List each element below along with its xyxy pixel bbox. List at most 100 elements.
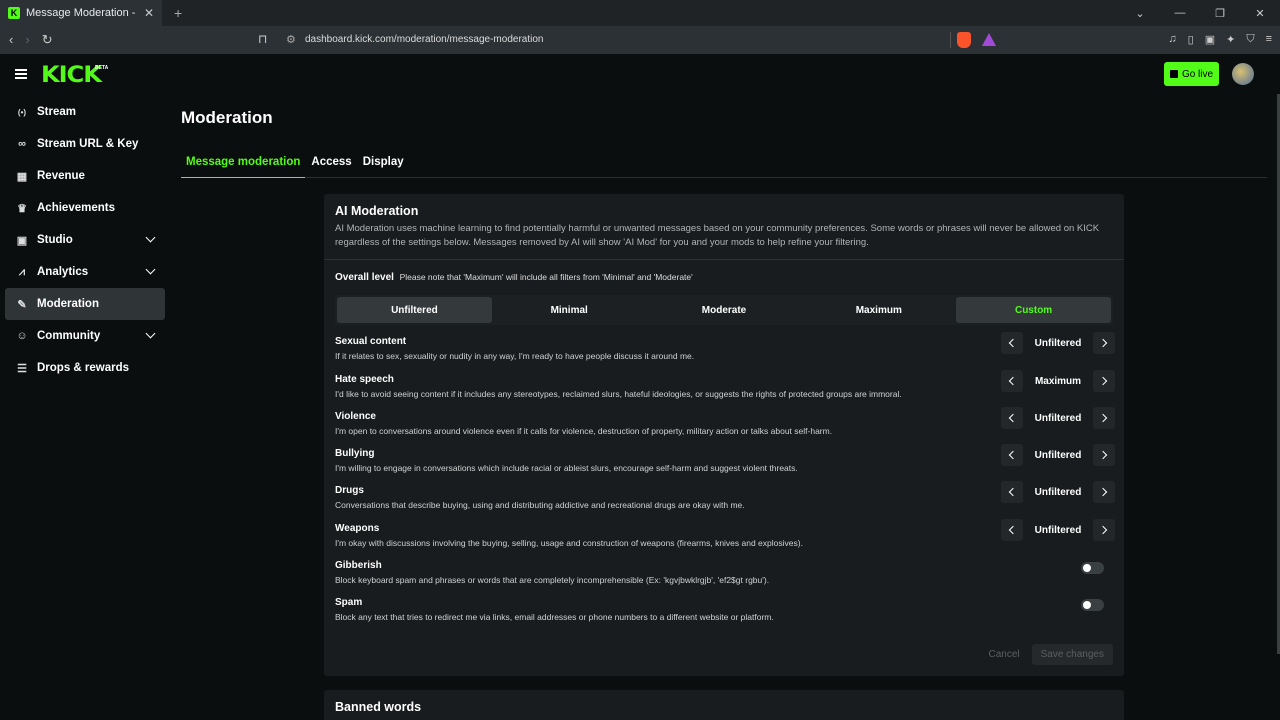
- sidebar-item-drops-rewards[interactable]: ☰ Drops & rewards: [5, 352, 165, 384]
- sidebar-item-label: Community: [37, 330, 101, 342]
- chevron-left-icon[interactable]: [1001, 407, 1023, 429]
- brave-rewards-icon[interactable]: [982, 33, 996, 46]
- chevron-left-icon[interactable]: [1001, 481, 1023, 503]
- sidebar: (•) Stream ∞ Stream URL & Key ▦ Revenue …: [5, 96, 165, 384]
- wallet-icon[interactable]: ▣: [1205, 33, 1215, 46]
- filter-description: I'm willing to engage in conversations w…: [335, 463, 798, 473]
- reload-icon[interactable]: ↻: [42, 32, 53, 48]
- level-stepper: Unfiltered: [1001, 332, 1115, 354]
- banned-words-title: Banned words: [335, 700, 422, 714]
- overall-level-selector: Unfiltered Minimal Moderate Maximum Cust…: [335, 295, 1113, 325]
- close-tab-icon[interactable]: ✕: [144, 6, 154, 20]
- restore-icon[interactable]: ❐: [1200, 7, 1240, 20]
- filter-hate-speech: Hate speech I'd like to avoid seeing con…: [335, 370, 1115, 404]
- sidebar-item-label: Moderation: [37, 298, 99, 310]
- filter-name: Hate speech: [335, 374, 394, 385]
- url-field[interactable]: dashboard.kick.com/moderation/message-mo…: [305, 34, 543, 45]
- sidebar-item-label: Analytics: [37, 266, 89, 278]
- chevron-down-icon[interactable]: [145, 264, 156, 275]
- chevron-right-icon[interactable]: [1093, 332, 1115, 354]
- save-changes-button[interactable]: Save changes: [1031, 644, 1113, 665]
- sidebar-item-achievements[interactable]: ♛ Achievements: [5, 192, 165, 224]
- sidebar-item-community[interactable]: ☺ Community: [5, 320, 165, 352]
- chevron-right-icon[interactable]: [1093, 519, 1115, 541]
- filter-violence: Violence I'm open to conversations aroun…: [335, 407, 1115, 441]
- link-icon: ∞: [18, 138, 26, 150]
- chevron-down-icon[interactable]: [145, 328, 156, 339]
- stepper-value: Unfiltered: [1034, 449, 1082, 461]
- sidebar-item-label: Drops & rewards: [37, 362, 130, 374]
- filter-bullying: Bullying I'm willing to engage in conver…: [335, 444, 1115, 478]
- sidebar-item-analytics[interactable]: ⩘ Analytics: [5, 256, 165, 288]
- menu-icon[interactable]: ≡: [1266, 33, 1272, 46]
- spam-toggle[interactable]: [1081, 599, 1104, 611]
- filter-description: I'm open to conversations around violenc…: [335, 426, 833, 436]
- chevron-down-icon[interactable]: [145, 232, 156, 243]
- avatar[interactable]: [1232, 63, 1254, 85]
- revenue-icon: ▦: [16, 170, 28, 183]
- filter-drugs: Drugs Conversations that describe buying…: [335, 481, 1115, 515]
- kick-dashboard: KICK BETA Go live (•) Stream ∞ Stream UR…: [0, 54, 1280, 720]
- overall-level-label: Overall level: [335, 272, 394, 283]
- level-moderate-button[interactable]: Moderate: [647, 297, 802, 323]
- gibberish-toggle[interactable]: [1081, 562, 1104, 574]
- chevron-left-icon[interactable]: [1001, 370, 1023, 392]
- level-stepper: Unfiltered: [1001, 407, 1115, 429]
- vpn-icon[interactable]: ⛉: [1246, 33, 1254, 46]
- chevron-right-icon[interactable]: [1093, 444, 1115, 466]
- go-live-button[interactable]: Go live: [1164, 62, 1219, 86]
- sidebar-item-label: Stream: [37, 106, 76, 118]
- level-maximum-button[interactable]: Maximum: [801, 297, 956, 323]
- sidebar-item-stream[interactable]: (•) Stream: [5, 96, 165, 128]
- new-tab-button[interactable]: +: [174, 5, 182, 21]
- tab-access[interactable]: Access: [306, 150, 356, 178]
- leo-icon[interactable]: ✦: [1226, 33, 1235, 46]
- chevron-left-icon[interactable]: [1001, 519, 1023, 541]
- back-icon[interactable]: ‹: [9, 32, 13, 48]
- sidebar-item-label: Revenue: [37, 170, 85, 182]
- ai-moderation-description: AI Moderation uses machine learning to f…: [335, 223, 1100, 248]
- filter-name: Bullying: [335, 448, 375, 459]
- kick-icon: [1169, 70, 1178, 78]
- sidebar-item-moderation[interactable]: ✎ Moderation: [5, 288, 165, 320]
- level-stepper: Unfiltered: [1001, 519, 1115, 541]
- forward-icon[interactable]: ›: [25, 32, 29, 48]
- filter-name: Spam: [335, 597, 363, 608]
- media-icon[interactable]: ♫: [1168, 33, 1176, 46]
- browser-toolbar-icons: ♫ ▯ ▣ ✦ ⛉ ≡: [1168, 33, 1272, 46]
- stepper-value: Unfiltered: [1034, 524, 1082, 536]
- filter-name: Violence: [335, 411, 376, 422]
- menu-toggle-icon[interactable]: [15, 69, 27, 79]
- kick-logo[interactable]: KICK: [41, 63, 102, 88]
- browser-tab[interactable]: K Message Moderation - Kick Das ✕: [0, 0, 162, 26]
- brave-shield-icon[interactable]: [957, 32, 971, 48]
- tab-message-moderation[interactable]: Message moderation: [181, 150, 306, 178]
- filter-description: If it relates to sex, sexuality or nudit…: [335, 351, 695, 361]
- tab-search-icon[interactable]: ⌄: [1120, 7, 1160, 20]
- level-minimal-button[interactable]: Minimal: [492, 297, 647, 323]
- community-icon: ☺: [16, 330, 28, 342]
- chevron-right-icon[interactable]: [1093, 370, 1115, 392]
- window-controls: ⌄ — ❐ ✕: [1120, 0, 1280, 26]
- cancel-button[interactable]: Cancel: [984, 644, 1023, 665]
- chevron-left-icon[interactable]: [1001, 332, 1023, 354]
- tab-display[interactable]: Display: [358, 150, 409, 178]
- sidebar-item-revenue[interactable]: ▦ Revenue: [5, 160, 165, 192]
- broadcast-icon: (•): [17, 107, 27, 117]
- sidebar-item-studio[interactable]: ▣ Studio: [5, 224, 165, 256]
- chevron-left-icon[interactable]: [1001, 444, 1023, 466]
- filter-name: Weapons: [335, 523, 380, 534]
- stepper-value: Maximum: [1034, 375, 1082, 387]
- form-actions: Cancel Save changes: [984, 644, 1113, 665]
- chevron-right-icon[interactable]: [1093, 481, 1115, 503]
- level-unfiltered-button[interactable]: Unfiltered: [337, 297, 492, 323]
- top-bar: KICK BETA Go live: [0, 54, 1280, 94]
- sidebar-icon[interactable]: ▯: [1188, 33, 1194, 46]
- sidebar-item-stream-url-key[interactable]: ∞ Stream URL & Key: [5, 128, 165, 160]
- chevron-right-icon[interactable]: [1093, 407, 1115, 429]
- minimize-icon[interactable]: —: [1160, 7, 1200, 19]
- close-window-icon[interactable]: ✕: [1240, 7, 1280, 20]
- site-info-icon[interactable]: ⚙: [286, 33, 296, 46]
- level-custom-button[interactable]: Custom: [956, 297, 1111, 323]
- bookmark-icon[interactable]: ⊓: [258, 32, 267, 46]
